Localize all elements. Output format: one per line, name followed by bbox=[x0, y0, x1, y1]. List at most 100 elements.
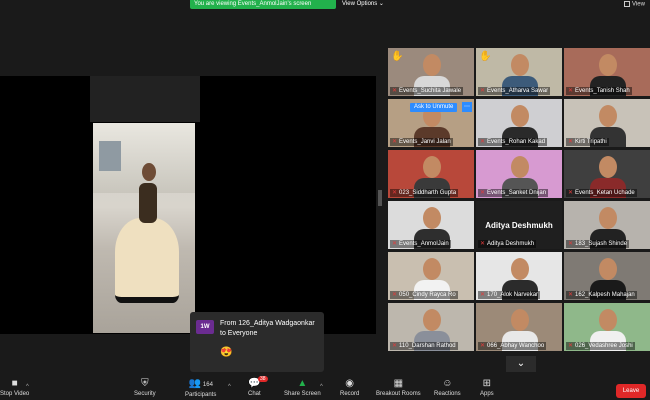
chevron-up-icon[interactable]: ^ bbox=[228, 384, 231, 390]
chat-emoji: 😍 bbox=[220, 347, 233, 358]
participant-face bbox=[423, 258, 441, 280]
participant-name-text: Events_Janvi Jalan bbox=[399, 139, 451, 145]
participant-name: ✕ Kirti Tripathi bbox=[566, 138, 609, 146]
apps-button[interactable]: ⊞ Apps bbox=[480, 378, 494, 398]
participant-name: ✕ 050_Cindy Rayca Ro bbox=[390, 291, 458, 299]
participant-name: ✕ Events_Atharva Sawar bbox=[478, 87, 551, 95]
breakout-rooms-button[interactable]: ▦ Breakout Rooms bbox=[376, 378, 421, 398]
participant-tile[interactable]: ✕ 026_Vedashree Joshi bbox=[564, 303, 650, 351]
view-options-button[interactable]: View Options ⌄ bbox=[342, 0, 384, 9]
share-screen-button[interactable]: ▲ Share Screen bbox=[284, 378, 321, 398]
reactions-button[interactable]: ☺ Reactions bbox=[434, 378, 461, 398]
participant-tile[interactable]: ✕ Kirti Tripathi bbox=[564, 99, 650, 147]
chevron-up-icon[interactable]: ^ bbox=[320, 384, 323, 390]
mic-muted-icon: ✕ bbox=[392, 241, 398, 247]
security-label: Security bbox=[134, 391, 156, 397]
breakout-rooms-icon: ▦ bbox=[393, 378, 404, 389]
shared-video bbox=[93, 123, 195, 333]
security-button[interactable]: ⛨ Security bbox=[134, 378, 156, 398]
chevron-up-icon[interactable]: ^ bbox=[26, 384, 29, 390]
participant-name-text: Events_Sanket Dnijan bbox=[487, 190, 547, 196]
participant-name-text: 026_Vedashree Joshi bbox=[575, 343, 633, 349]
chat-button[interactable]: 💬 38 Chat bbox=[248, 376, 268, 398]
participant-tile[interactable]: ✕ 050_Cindy Rayca Ro bbox=[388, 252, 474, 300]
participant-face bbox=[599, 258, 617, 280]
participant-name-text: Events_Suchita Jawale bbox=[399, 88, 462, 94]
participant-name: ✕ Events_AnmolJain bbox=[390, 240, 451, 248]
participant-tile[interactable]: ✋ ✕ Events_Suchita Jawale bbox=[388, 48, 474, 96]
mic-muted-icon: ✕ bbox=[392, 343, 398, 349]
participant-name-text: 183_Sujash Shinde bbox=[575, 241, 628, 247]
chat-notification[interactable]: 1W From 126_Aditya Wadgaonkar to Everyon… bbox=[190, 312, 324, 372]
participant-tile[interactable]: ✕ Events_Ketan Uchade bbox=[564, 150, 650, 198]
chevron-down-icon[interactable]: ⌄ bbox=[506, 356, 536, 372]
reactions-label: Reactions bbox=[434, 391, 461, 397]
viewing-screen-banner: You are viewing Events_AnmolJain's scree… bbox=[190, 0, 336, 9]
participant-face bbox=[511, 156, 529, 178]
participant-display-name: Aditya Deshmukh bbox=[485, 221, 553, 230]
participant-tile[interactable]: ✕ 110_Darshan Rathod bbox=[388, 303, 474, 351]
leave-button[interactable]: Leave bbox=[616, 384, 646, 398]
apps-label: Apps bbox=[480, 391, 494, 397]
participant-name: ✕ Events_Ketan Uchade bbox=[566, 189, 637, 197]
participant-tile[interactable]: ✕ Events_AnmolJain bbox=[388, 201, 474, 249]
chat-label: Chat bbox=[248, 391, 261, 397]
participants-button[interactable]: 👥 164 Participants bbox=[185, 378, 216, 399]
participant-face bbox=[599, 156, 617, 178]
people-icon: 👥 164 bbox=[188, 378, 213, 389]
participant-name-text: 050_Cindy Rayca Ro bbox=[399, 292, 456, 298]
participant-face bbox=[511, 258, 529, 280]
chat-avatar: 1W bbox=[196, 320, 214, 334]
raised-hand-icon: ✋ bbox=[479, 51, 492, 62]
chevron-down-icon: ⌄ bbox=[378, 1, 384, 7]
grid-view-icon bbox=[624, 1, 630, 7]
participant-name: ✕ 183_Sujash Shinde bbox=[566, 240, 630, 248]
participant-name: ✕ 023_Siddharth Gupta bbox=[390, 189, 459, 197]
participant-name-text: Kirti Tripathi bbox=[575, 139, 607, 145]
participant-tile[interactable]: ✋ ✕ Events_Atharva Sawar bbox=[476, 48, 562, 96]
gallery-grid: ✋ ✕ Events_Suchita Jawale ✋ ✕ Events_Athar… bbox=[386, 46, 650, 356]
participant-name-text: 170_Alok Narvekar bbox=[487, 292, 539, 298]
participant-tile[interactable]: ✕ Events_Sanket Dnijan bbox=[476, 150, 562, 198]
ask-to-unmute-button[interactable]: Ask to Unmute bbox=[410, 103, 458, 112]
chat-sender-text: From 126_Aditya Wadgaonkar to Everyone bbox=[220, 320, 315, 337]
mic-muted-icon: ✕ bbox=[568, 292, 574, 298]
participant-tile[interactable]: ✕ Events_Rohan Kakad bbox=[476, 99, 562, 147]
participant-name: ✕ Events_Suchita Jawale bbox=[390, 87, 464, 95]
video-window bbox=[99, 141, 121, 171]
reactions-icon: ☺ bbox=[442, 378, 453, 389]
participant-tile[interactable]: ✕ 170_Alok Narvekar bbox=[476, 252, 562, 300]
record-button[interactable]: ◉ Record bbox=[340, 378, 359, 398]
participant-name-text: Aditya Deshmukh bbox=[487, 241, 535, 247]
breakout-rooms-label: Breakout Rooms bbox=[376, 391, 421, 397]
participant-name: ✕ Events_Janvi Jalan bbox=[390, 138, 453, 146]
participant-name-text: Events_Ketan Uchade bbox=[575, 190, 635, 196]
more-options-icon[interactable]: ⋯ bbox=[462, 102, 472, 112]
participant-name: ✕ Events_Sanket Dnijan bbox=[478, 189, 549, 197]
participant-tile[interactable]: Aditya Deshmukh ✕ Aditya Deshmukh bbox=[476, 201, 562, 249]
participant-face bbox=[599, 207, 617, 229]
participant-tile[interactable]: ✕ 183_Sujash Shinde bbox=[564, 201, 650, 249]
participant-tile[interactable]: ✕ 162_Kalpesh Mahajan bbox=[564, 252, 650, 300]
participant-name-text: 023_Siddharth Gupta bbox=[399, 190, 457, 196]
participant-name: ✕ 110_Darshan Rathod bbox=[390, 342, 458, 350]
chat-unread-badge: 38 bbox=[258, 376, 268, 382]
participant-name-text: Events_Atharva Sawar bbox=[487, 88, 549, 94]
participant-face bbox=[511, 105, 529, 127]
view-options-label: View Options bbox=[342, 1, 378, 7]
splitter-handle[interactable] bbox=[378, 190, 382, 206]
view-button[interactable]: View bbox=[624, 1, 645, 8]
participant-tile-active[interactable]: Ask to Unmute ⋯ ✕ Events_Janvi Jalan bbox=[388, 99, 474, 147]
participant-tile[interactable]: ✕ Events_Tanish Shah bbox=[564, 48, 650, 96]
video-button[interactable]: ■ Stop Video bbox=[0, 378, 29, 398]
participant-face bbox=[599, 105, 617, 127]
meeting-toolbar: ■ Stop Video ^ ⛨ Security 👥 164 Participants… bbox=[0, 376, 650, 400]
participant-tile[interactable]: ✕ 066_Abhay Wanchoo bbox=[476, 303, 562, 351]
participant-tile[interactable]: ✕ 023_Siddharth Gupta bbox=[388, 150, 474, 198]
participant-face bbox=[599, 54, 617, 76]
participant-face bbox=[423, 156, 441, 178]
mic-muted-icon: ✕ bbox=[568, 343, 574, 349]
mic-muted-icon: ✕ bbox=[568, 241, 574, 247]
shared-screen-strip bbox=[90, 76, 200, 122]
mic-muted-icon: ✕ bbox=[480, 190, 486, 196]
